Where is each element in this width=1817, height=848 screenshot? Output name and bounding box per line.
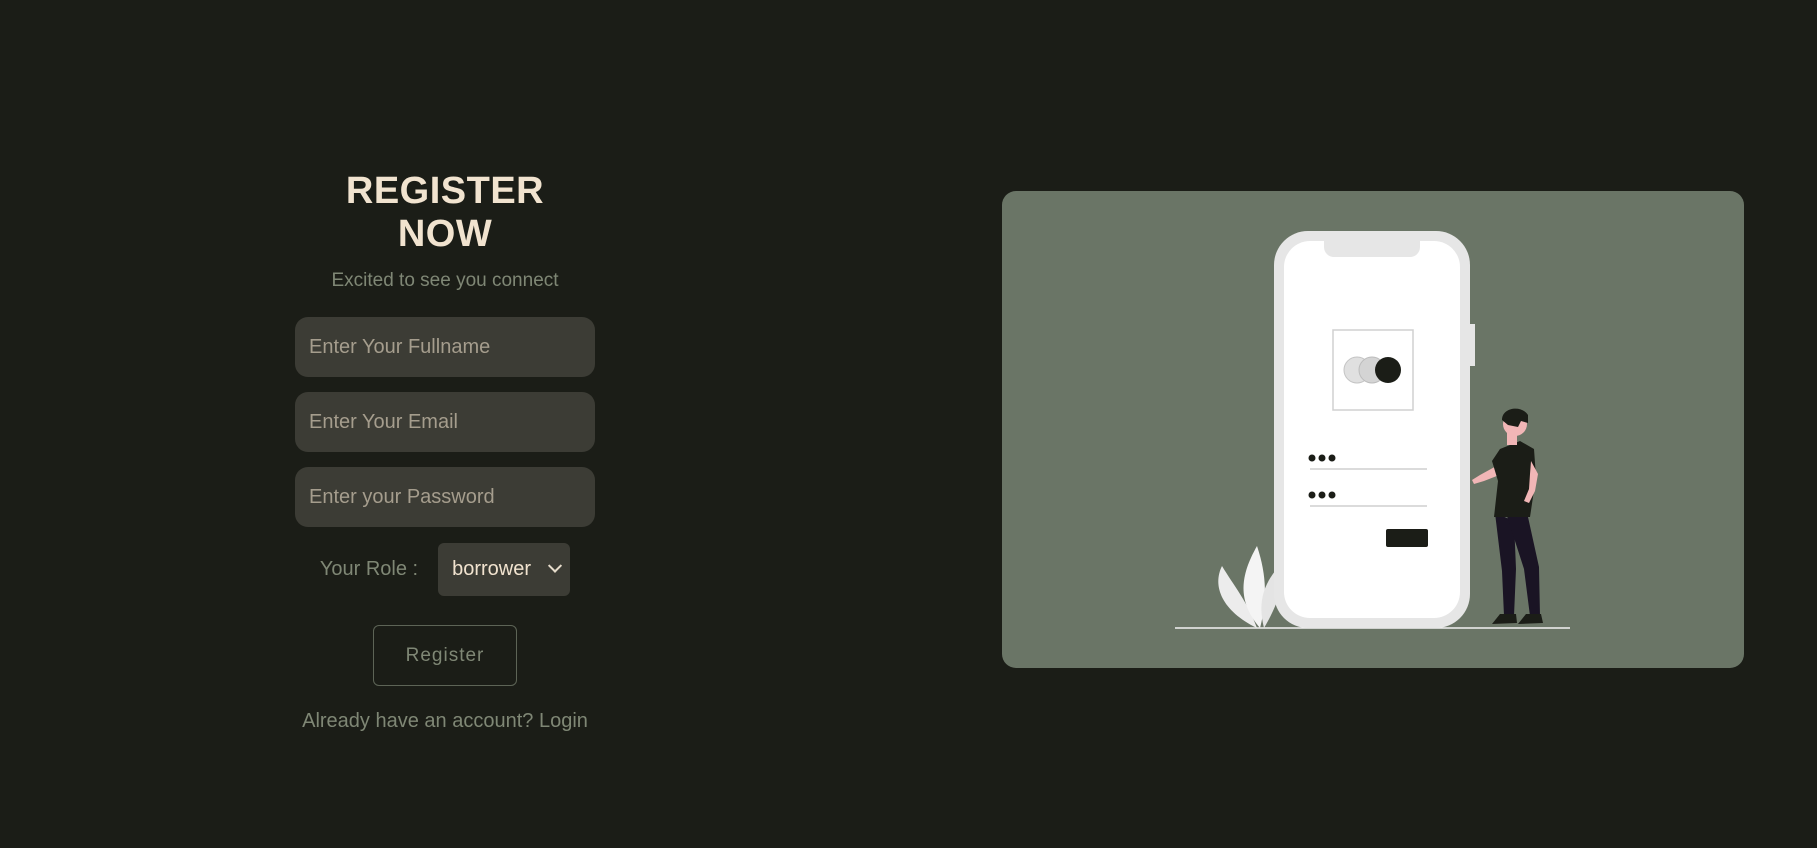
login-link[interactable]: Login (539, 710, 588, 732)
login-prompt-line: Already have an account? Login (295, 710, 595, 733)
role-select-value: borrower (452, 558, 532, 580)
role-row: Your Role : borrower (295, 543, 595, 596)
phone-icon (1274, 231, 1475, 628)
chevron-down-icon (548, 558, 563, 573)
subtitle: Excited to see you connect (331, 270, 559, 291)
password-input[interactable] (295, 467, 595, 527)
role-label: Your Role : (319, 558, 419, 580)
illustration-panel (1002, 191, 1744, 668)
login-prompt: Already have an account? (302, 710, 534, 732)
email-input[interactable] (295, 392, 595, 452)
phone-login-illustration (1175, 231, 1570, 629)
role-select[interactable]: borrower (438, 543, 571, 596)
fullname-input[interactable] (295, 317, 595, 377)
page-title: REGISTER NOW (345, 170, 545, 255)
person-icon (1472, 408, 1543, 624)
register-button[interactable]: Register (373, 625, 517, 686)
register-form: REGISTER NOW Excited to see you connect … (295, 160, 595, 733)
